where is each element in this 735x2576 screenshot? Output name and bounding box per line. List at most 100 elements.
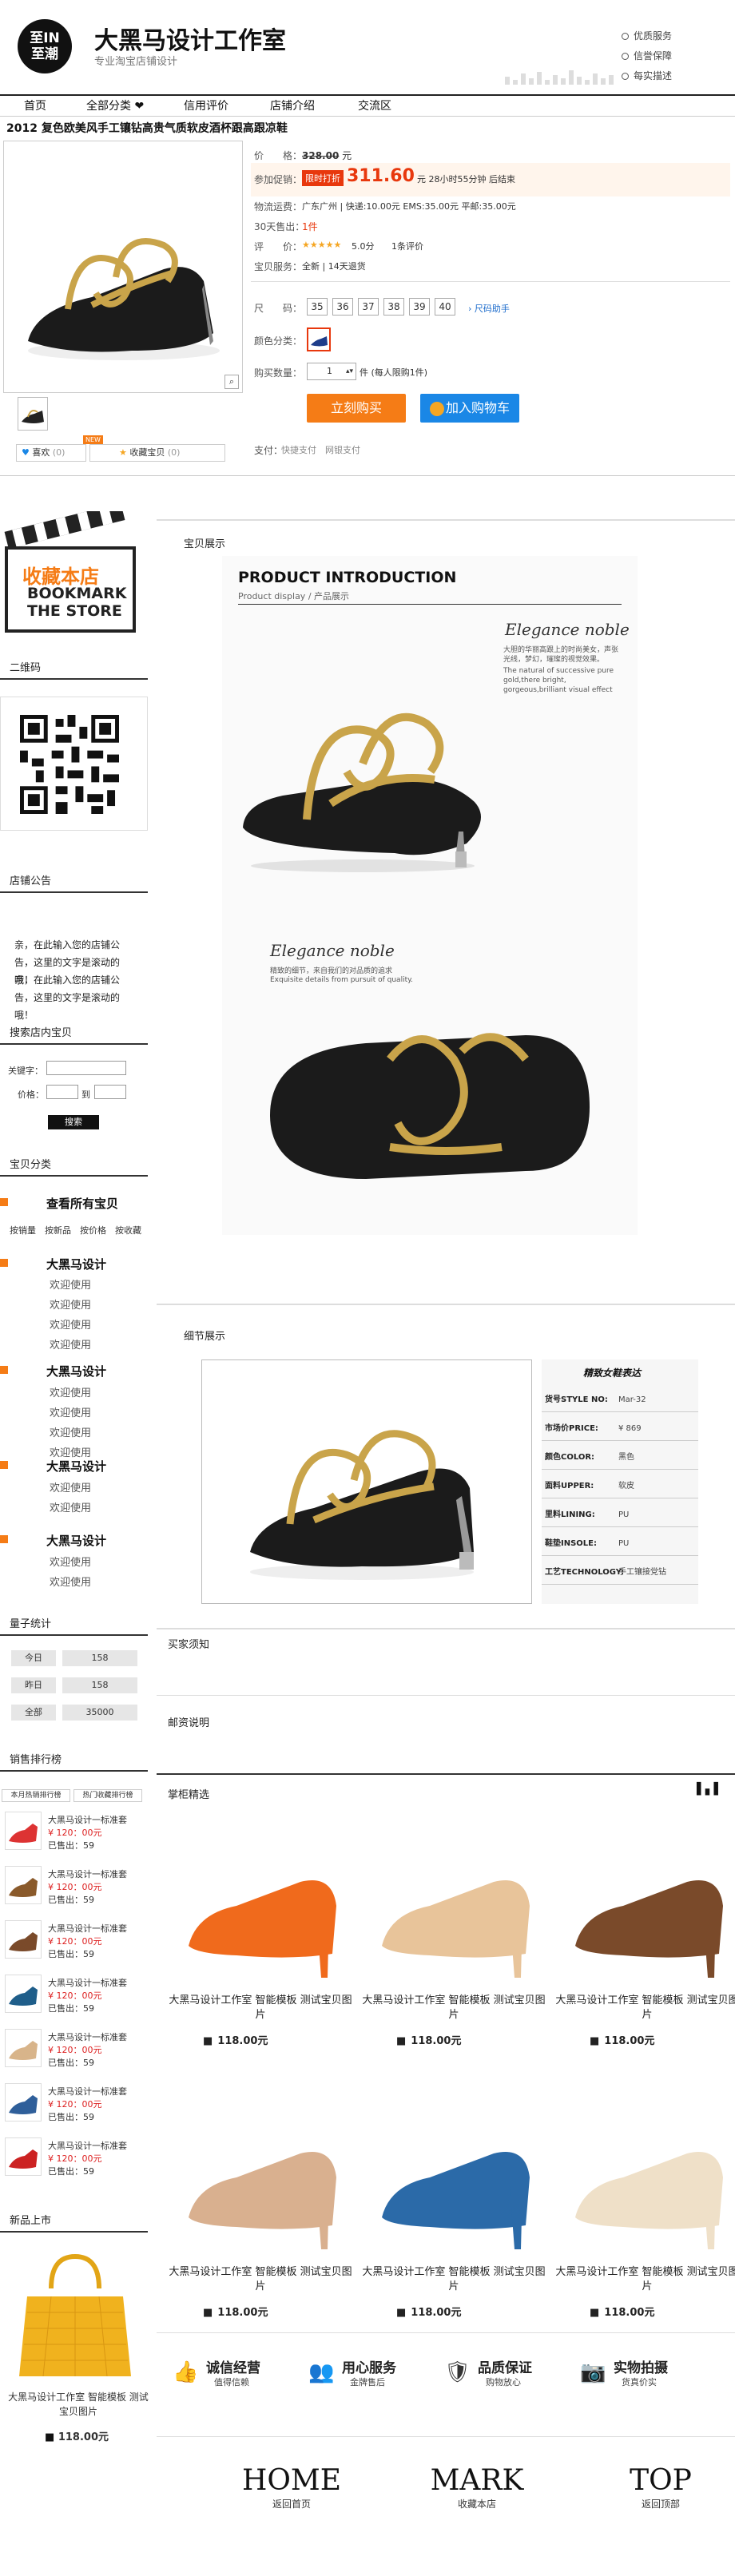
rank-item-name[interactable]: 大黑马设计一标准套 (48, 1922, 127, 1935)
zoom-icon[interactable]: ⌕ (224, 375, 239, 389)
rank-item-image[interactable] (5, 2137, 42, 2176)
section-divider (157, 1304, 735, 1305)
subcategory-link[interactable]: 欢迎使用 (50, 1479, 91, 1494)
rank-item-name[interactable]: 大黑马设计一标准套 (48, 1868, 127, 1880)
shelf-item-price-value: 118.00元 (217, 2035, 268, 2047)
shelf-item-image[interactable] (173, 2090, 348, 2257)
subcategory-link[interactable]: 欢迎使用 (50, 1499, 91, 1514)
rank-item-image[interactable] (5, 2083, 42, 2122)
rank-item-name[interactable]: 大黑马设计一标准套 (48, 2030, 127, 2043)
shelf-item-image[interactable] (173, 1818, 348, 1986)
shelf-title: 掌柜精选 (168, 1789, 210, 1801)
price-range-label: 价格： (18, 1090, 44, 1100)
keyword-input[interactable] (46, 1061, 126, 1075)
rank-tab-fav[interactable]: 热门收藏排行榜 (74, 1789, 142, 1802)
shelf-item-image[interactable] (559, 1818, 735, 1986)
sort-by-favorites[interactable]: 按收藏 (115, 1224, 141, 1236)
footer-top-link[interactable]: TOP 返回顶部 (601, 2464, 721, 2511)
category-group[interactable]: 大黑马设计 (46, 1363, 106, 1379)
category-group[interactable]: 大黑马设计 (46, 1256, 106, 1272)
rank-tab-hot[interactable]: 本月热销排行榜 (2, 1789, 70, 1802)
footer-mark-link[interactable]: MARK 收藏本店 (417, 2464, 537, 2511)
promise-subtitle: 购物放心 (486, 2377, 521, 2387)
shelf-item-caption[interactable]: 大黑马设计工作室 智能模板 测试宝贝图片 (358, 2265, 550, 2294)
size-option[interactable]: 38 (383, 298, 404, 316)
store-logo[interactable]: 至IN 至潮 (18, 19, 72, 73)
nav-home[interactable]: 首页 (24, 96, 46, 117)
subcategory-link[interactable]: 欢迎使用 (50, 1296, 91, 1312)
sort-by-price[interactable]: 按价格 (80, 1224, 106, 1236)
rank-item-name[interactable]: 大黑马设计一标准套 (48, 2085, 127, 2098)
color-swatch[interactable] (307, 327, 331, 351)
shelf-item-caption[interactable]: 大黑马设计工作室 智能模板 测试宝贝图片 (165, 1994, 356, 2022)
rating-count-link[interactable]: 1条评价 (391, 240, 423, 252)
shelf-item-image[interactable] (366, 1818, 542, 1986)
rank-item-image[interactable] (5, 1975, 42, 2013)
sort-by-new[interactable]: 按新品 (45, 1224, 71, 1236)
view-all-link[interactable]: 查看所有宝贝 (46, 1195, 118, 1212)
subcategory-link[interactable]: 欢迎使用 (50, 1384, 91, 1399)
detail-spec-key: 工艺TECHNOLOGY: (545, 1568, 625, 1577)
shelf-item-caption[interactable]: 大黑马设计工作室 智能模板 测试宝贝图片 (551, 2265, 735, 2294)
subcategory-link[interactable]: 欢迎使用 (50, 1554, 91, 1569)
service-label: 宝贝服务： (254, 261, 303, 272)
size-option[interactable]: 36 (332, 298, 353, 316)
favorite-button[interactable]: ★ 收藏宝贝 (0) (89, 444, 225, 462)
buy-now-button[interactable]: 立刻购买 (307, 394, 406, 423)
bookmark-store-banner[interactable]: 收藏本店 BOOKMARK THE STORE (0, 502, 148, 633)
rank-item-image[interactable] (5, 1866, 42, 1904)
promise-subtitle: 货真价实 (622, 2377, 657, 2387)
rating-stars-icon: ★★★★★ (302, 240, 342, 250)
size-helper-link[interactable]: › 尺码助手 (468, 302, 510, 315)
keyword-label: 关键字： (8, 1066, 43, 1076)
rank-item-image[interactable] (5, 1812, 42, 1850)
size-option[interactable]: 39 (409, 298, 430, 316)
rank-item-image[interactable] (5, 1920, 42, 1959)
product-main-image[interactable]: ⌕ (3, 141, 243, 393)
price-min-input[interactable] (46, 1085, 78, 1099)
nav-reviews[interactable]: 信用评价 (184, 96, 228, 117)
rank-item-name[interactable]: 大黑马设计一标准套 (48, 2139, 127, 2152)
quantity-stepper[interactable]: 1 ▴▾ (307, 363, 356, 380)
shelf-item-caption[interactable]: 大黑马设计工作室 智能模板 测试宝贝图片 (551, 1994, 735, 2022)
shoe-thumb-image (9, 1824, 38, 1843)
subcategory-link[interactable]: 欢迎使用 (50, 1316, 91, 1332)
price-max-input[interactable] (94, 1085, 126, 1099)
shipping-value: 广东广州 | 快递:10.00元 EMS:35.00元 平邮:35.00元 (302, 201, 516, 212)
subcategory-link[interactable]: 欢迎使用 (50, 1404, 91, 1419)
category-group[interactable]: 大黑马设计 (46, 1532, 106, 1549)
shelf-item-image[interactable] (559, 2090, 735, 2257)
nav-all-categories[interactable]: 全部分类 ❤ (86, 96, 144, 117)
subcategory-link[interactable]: 欢迎使用 (50, 1336, 91, 1352)
category-group[interactable]: 大黑马设计 (46, 1458, 106, 1475)
size-option[interactable]: 35 (307, 298, 328, 316)
nav-store-intro[interactable]: 店铺介绍 (270, 96, 315, 117)
rank-item-image[interactable] (5, 2029, 42, 2067)
new-arrival-caption[interactable]: 大黑马设计工作室 智能模板 测试宝贝图片 (6, 2390, 150, 2419)
size-option[interactable]: 40 (435, 298, 455, 316)
stat-value: 158 (62, 1650, 137, 1666)
sort-by-sales[interactable]: 按销量 (10, 1224, 36, 1236)
search-button[interactable]: 搜索 (48, 1115, 99, 1129)
add-to-cart-button[interactable]: 加入购物车 (420, 394, 519, 423)
promise-title: 品质保证 (478, 2360, 532, 2376)
footer-home-link[interactable]: HOME 返回首页 (232, 2464, 352, 2511)
shelf-item-caption[interactable]: 大黑马设计工作室 智能模板 测试宝贝图片 (165, 2265, 356, 2294)
rank-item-name[interactable]: 大黑马设计一标准套 (48, 1813, 127, 1826)
stat-value: 35000 (62, 1705, 137, 1721)
promo-price: 311.60 (347, 166, 415, 186)
shelf-item-image[interactable] (366, 2090, 542, 2257)
subcategory-link[interactable]: 欢迎使用 (50, 1276, 91, 1292)
shelf-item-caption[interactable]: 大黑马设计工作室 智能模板 测试宝贝图片 (358, 1994, 550, 2022)
size-option[interactable]: 37 (358, 298, 379, 316)
shield-icon: 🛡 (444, 2360, 471, 2384)
new-arrival-image[interactable] (11, 2249, 139, 2384)
like-button[interactable]: ♥ 喜欢 (0) (16, 444, 86, 462)
nav-forum[interactable]: 交流区 (358, 96, 391, 117)
stat-label: 昨日 (11, 1677, 56, 1693)
subcategory-link[interactable]: 欢迎使用 (50, 1424, 91, 1439)
detail-spec-row: 货号STYLE NO: Mar-32 (542, 1388, 698, 1412)
rank-item-name[interactable]: 大黑马设计一标准套 (48, 1976, 127, 1989)
product-thumbnail[interactable] (18, 397, 48, 431)
subcategory-link[interactable]: 欢迎使用 (50, 1574, 91, 1589)
